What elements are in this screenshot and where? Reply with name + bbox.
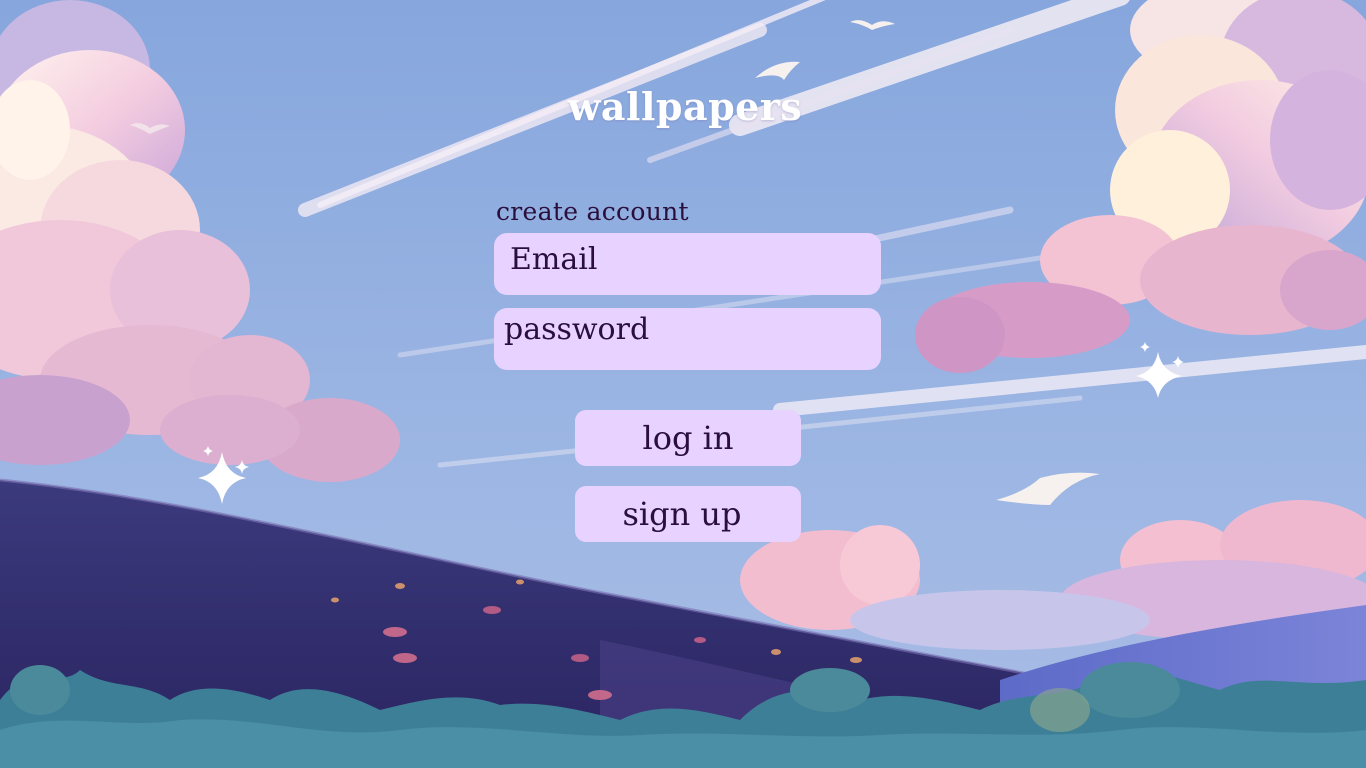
signup-button-label: sign up (622, 495, 742, 533)
password-field[interactable]: password (494, 308, 881, 370)
signup-button[interactable]: sign up (575, 486, 801, 542)
email-placeholder: Email (510, 242, 598, 277)
create-account-heading: create account (496, 197, 689, 226)
login-button[interactable]: log in (575, 410, 801, 466)
password-placeholder: password (504, 312, 650, 347)
login-button-label: log in (642, 419, 734, 457)
app-title: wallpapers (567, 84, 803, 129)
email-field[interactable]: Email (494, 233, 881, 295)
